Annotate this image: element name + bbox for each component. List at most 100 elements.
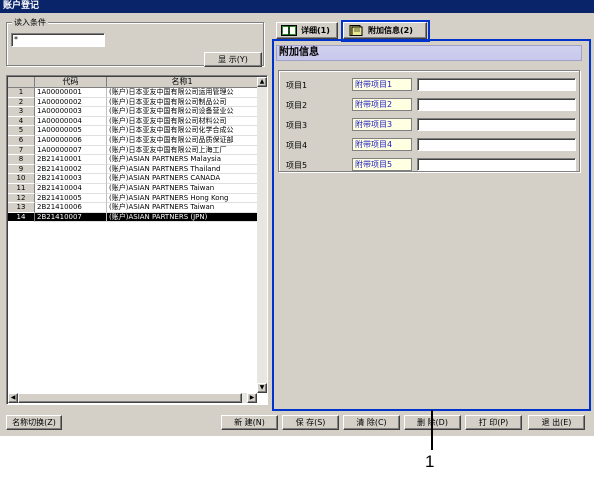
tab-extra-info-label: 附加信息(2) [368,26,413,35]
field-input[interactable] [417,138,576,151]
row-number: 1 [8,88,35,98]
row-number: 7 [8,145,35,156]
tab-detail-label: 详细(1) [301,26,330,35]
panel-title: 附加信息 [276,45,582,61]
cell-name[interactable]: (账户)ASIAN PARTNERS (JPN) [107,212,258,223]
header-name[interactable]: 名称1 [107,77,258,88]
callout-line [431,410,433,450]
table-row[interactable]: 12 2B21410005 (账户)ASIAN PARTNERS Hong Kong [8,193,258,204]
table-row[interactable]: 3 1A00000003 (账户)日本亚友中国有限公司设备营业公 [8,107,258,117]
cell-code[interactable]: 1A00000007 [35,145,107,156]
name-switch-button[interactable]: 名称切换(Z) [6,415,62,430]
cell-name[interactable]: (账户)日本亚友中国有限公司运用管理公 [107,88,258,98]
row-number: 8 [8,155,35,165]
cell-name[interactable]: (账户)日本亚友中国有限公司化学合成公 [107,126,258,136]
horizontal-scrollbar[interactable]: ◀ ▶ [8,393,257,403]
row-number: 3 [8,107,35,117]
filter-input[interactable]: * [11,33,105,47]
account-registration-window: 账户登记 读入条件 * 显 示(Y) 代码 名称1 1 1A00000001 (账户… [0,0,594,436]
clear-button[interactable]: 清 除(C) [343,415,400,430]
field-label: 项目2 [286,101,308,110]
cell-code[interactable]: 2B21410003 [35,174,107,184]
field-label: 项目3 [286,121,308,130]
field-label: 项目5 [286,161,308,170]
window-title: 账户登记 [0,0,594,13]
grid-header: 代码 名称1 [8,77,258,88]
save-button[interactable]: 保 存(S) [282,415,339,430]
table-row[interactable]: 1 1A00000001 (账户)日本亚友中国有限公司运用管理公 [8,88,258,98]
cell-name[interactable]: (账户)ASIAN PARTNERS CANADA [107,174,258,184]
table-row[interactable]: 9 2B21410002 (账户)ASIAN PARTNERS Thailand [8,164,258,175]
table-row[interactable]: 11 2B21410004 (账户)ASIAN PARTNERS Taiwan [8,183,258,194]
field-input[interactable] [417,118,576,131]
cell-name[interactable]: (账户)ASIAN PARTNERS Taiwan [107,184,258,194]
cell-code[interactable]: 2B21410005 [35,193,107,204]
cell-name[interactable]: (账户)日本亚友中国有限公司设备营业公 [107,107,258,117]
grid-rows: 1 1A00000001 (账户)日本亚友中国有限公司运用管理公 2 1A0000000… [8,88,258,223]
row-number: 9 [8,164,35,175]
vertical-scrollbar[interactable]: ▲ ▼ [257,77,267,393]
book-icon [281,25,297,36]
field-input[interactable] [417,158,576,171]
field-name: 附带项目4 [352,138,412,151]
cell-code[interactable]: 1A00000004 [35,116,107,127]
cell-code[interactable]: 1A00000001 [35,88,107,98]
table-row[interactable]: 6 1A00000006 (账户)日本亚友中国有限公司品质保证部 [8,135,258,146]
table-row[interactable]: 10 2B21410003 (账户)ASIAN PARTNERS CANADA [8,174,258,184]
scroll-thumb[interactable] [18,393,242,403]
scroll-up-icon[interactable]: ▲ [257,77,267,87]
cell-name[interactable]: (账户)ASIAN PARTNERS Thailand [107,165,258,175]
row-number: 2 [8,97,35,108]
field-label: 项目4 [286,141,308,150]
cell-code[interactable]: 2B21410004 [35,183,107,194]
cell-code[interactable]: 2B21410007 [35,212,107,223]
field-input[interactable] [417,98,576,111]
row-number: 6 [8,135,35,146]
show-button[interactable]: 显 示(Y) [204,52,262,67]
cell-name[interactable]: (账户)日本亚友中国有限公司制品公司 [107,98,258,108]
cell-name[interactable]: (账户)ASIAN PARTNERS Malaysia [107,155,258,165]
row-number: 5 [8,126,35,136]
cell-name[interactable]: (账户)ASIAN PARTNERS Hong Kong [107,194,258,204]
cell-name[interactable]: (账户)日本亚友中国有限公司材料公司 [107,117,258,127]
row-number: 10 [8,174,35,184]
row-number: 4 [8,116,35,127]
cell-code[interactable]: 1A00000002 [35,97,107,108]
cell-name[interactable]: (账户)日本亚友中国有限公司上海工厂 [107,146,258,156]
table-row[interactable]: 14 2B21410007 (账户)ASIAN PARTNERS (JPN) [8,212,258,223]
table-row[interactable]: 2 1A00000002 (账户)日本亚友中国有限公司制品公司 [8,97,258,108]
field-name: 附带项目3 [352,118,412,131]
new-button[interactable]: 新 建(N) [221,415,278,430]
field-input[interactable] [417,78,576,91]
scroll-left-icon[interactable]: ◀ [8,393,18,403]
table-row[interactable]: 5 1A00000005 (账户)日本亚友中国有限公司化学合成公 [8,126,258,136]
cell-code[interactable]: 1A00000006 [35,135,107,146]
cell-code[interactable]: 2B21410001 [35,155,107,165]
scroll-right-icon[interactable]: ▶ [247,393,257,403]
callout-number: 1 [425,452,435,471]
table-row[interactable]: 13 2B21410006 (账户)ASIAN PARTNERS Taiwan [8,203,258,213]
notes-icon [349,25,363,36]
cell-code[interactable]: 2B21410002 [35,164,107,175]
cell-code[interactable]: 1A00000003 [35,107,107,117]
account-grid[interactable]: 代码 名称1 1 1A00000001 (账户)日本亚友中国有限公司运用管理公 2 1A… [6,75,268,405]
cell-name[interactable]: (账户)ASIAN PARTNERS Taiwan [107,203,258,213]
table-row[interactable]: 7 1A00000007 (账户)日本亚友中国有限公司上海工厂 [8,145,258,156]
field-label: 项目1 [286,81,308,90]
print-button[interactable]: 打 印(P) [465,415,522,430]
filter-group-label: 读入条件 [12,17,48,28]
tab-detail[interactable]: 详细(1) [276,22,338,39]
tab-extra-info[interactable]: 附加信息(2) [343,22,427,39]
table-row[interactable]: 4 1A00000004 (账户)日本亚友中国有限公司材料公司 [8,116,258,127]
scroll-down-icon[interactable]: ▼ [257,383,267,393]
field-name: 附带项目1 [352,78,412,91]
table-row[interactable]: 8 2B21410001 (账户)ASIAN PARTNERS Malaysia [8,155,258,165]
row-number: 14 [8,212,35,223]
cell-code[interactable]: 1A00000005 [35,126,107,136]
cell-code[interactable]: 2B21410006 [35,203,107,213]
header-code[interactable]: 代码 [35,77,107,88]
cell-name[interactable]: (账户)日本亚友中国有限公司品质保证部 [107,136,258,146]
field-name: 附带项目2 [352,98,412,111]
exit-button[interactable]: 退 出(E) [528,415,585,430]
header-rownum [8,77,35,88]
